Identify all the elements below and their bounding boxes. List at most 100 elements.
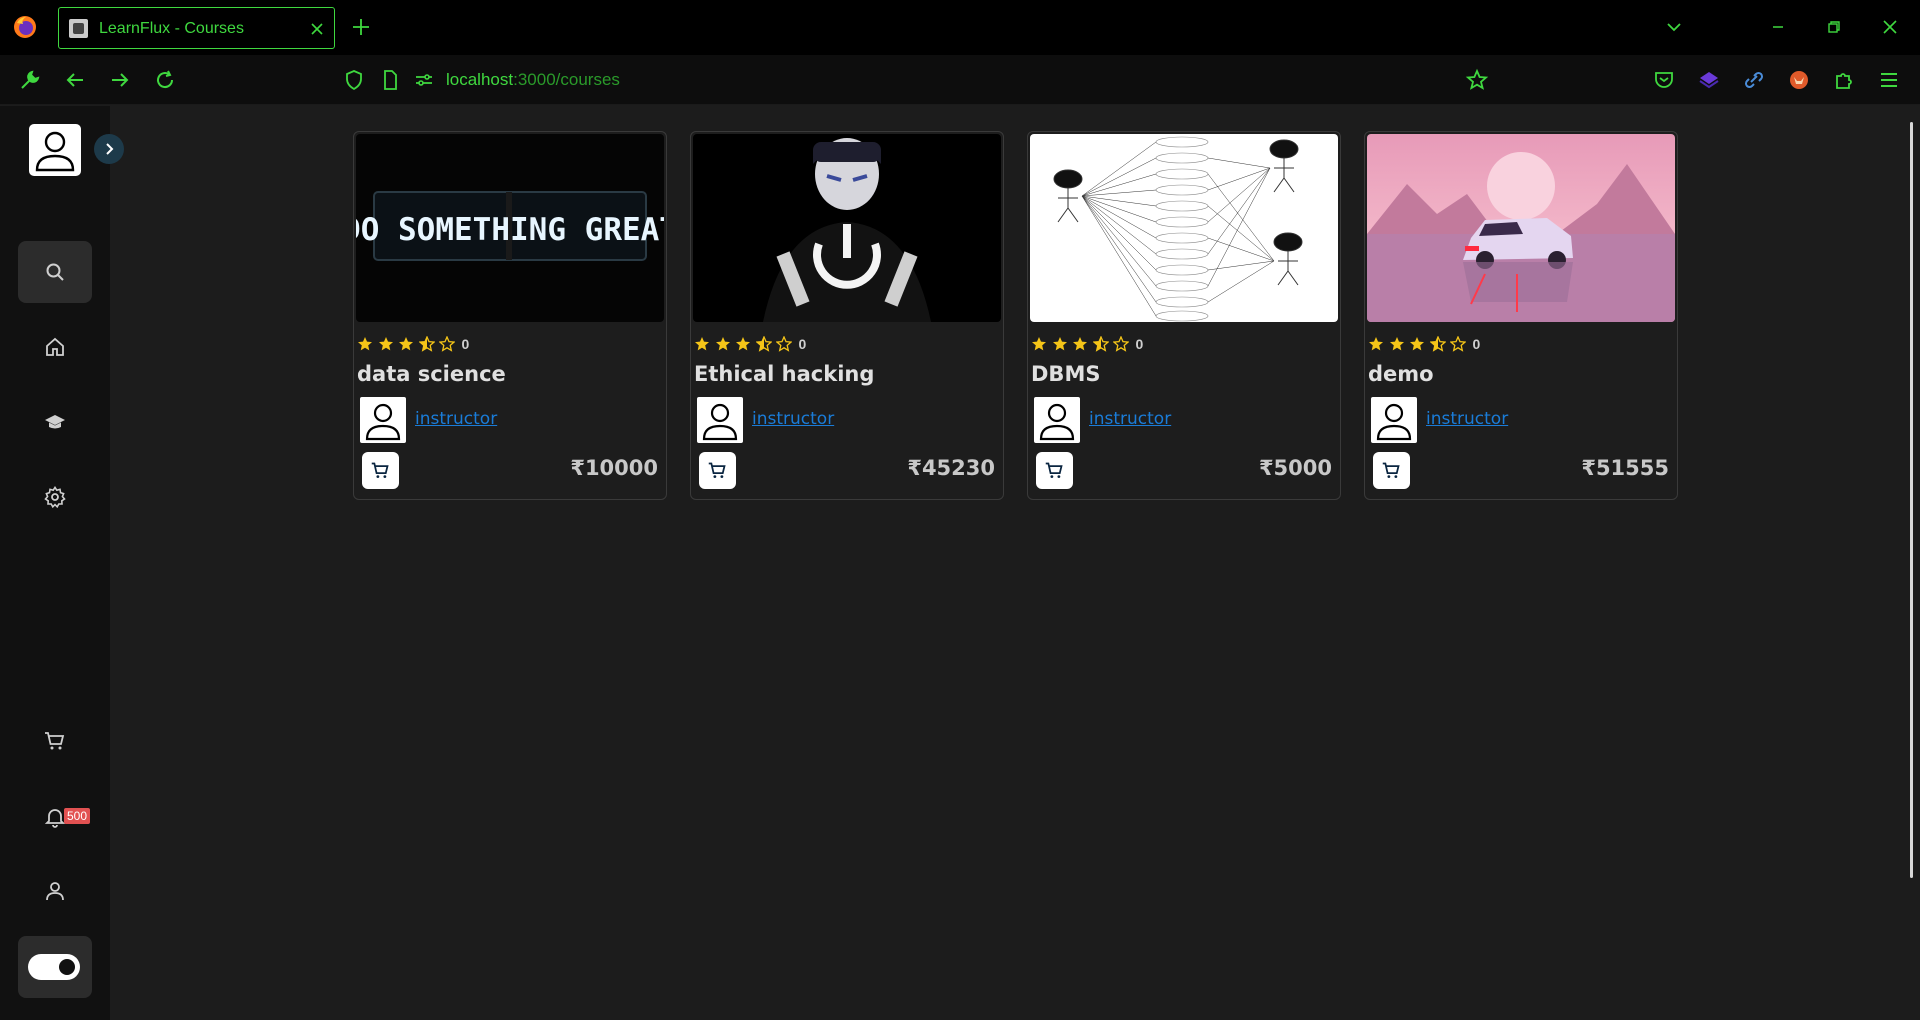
reload-icon[interactable] <box>153 68 177 92</box>
extension-fox-icon[interactable] <box>1787 68 1811 92</box>
cart-icon <box>371 462 389 479</box>
rating-count: 0 <box>1472 336 1481 352</box>
firefox-logo-icon[interactable] <box>12 14 38 40</box>
url-bar[interactable]: localhost:3000/courses <box>446 70 620 90</box>
cart-icon <box>45 732 65 750</box>
page-info-icon[interactable] <box>378 68 402 92</box>
close-window-icon[interactable] <box>1879 16 1901 38</box>
instructor-link[interactable]: instructor <box>1426 409 1508 429</box>
restore-icon[interactable] <box>1823 16 1845 38</box>
user-avatar-icon <box>35 131 75 172</box>
course-thumbnail[interactable] <box>1030 134 1338 322</box>
empty-star-icon <box>776 336 792 352</box>
instructor-avatar <box>1034 397 1080 443</box>
home-icon <box>46 337 64 356</box>
sidebar-expand-button[interactable] <box>94 134 124 164</box>
course-card[interactable]: 0 demo instructor ₹51555 <box>1364 131 1678 500</box>
star-rating: 0 <box>1031 336 1143 352</box>
user-icon <box>46 882 64 901</box>
sidebar-item-profile[interactable] <box>18 860 92 922</box>
half-star-icon <box>755 336 772 352</box>
browser-nav-bar: localhost:3000/courses <box>0 55 1920 105</box>
course-card[interactable]: 0 Ethical hacking instructor ₹45230 <box>690 131 1004 500</box>
back-arrow-icon[interactable] <box>63 68 87 92</box>
sidebar-item-courses[interactable] <box>18 391 92 453</box>
instructor-avatar <box>1371 397 1417 443</box>
rating-count: 0 <box>461 336 470 352</box>
learnflux-favicon-icon <box>69 19 88 38</box>
full-star-icon <box>1052 337 1067 351</box>
course-card[interactable]: 0 DBMS instructor ₹5000 <box>1027 131 1341 500</box>
cart-icon <box>708 462 726 479</box>
tab-list-chevron-down-icon[interactable] <box>1663 16 1685 38</box>
pocket-icon[interactable] <box>1652 68 1676 92</box>
tracking-shield-icon[interactable] <box>342 68 366 92</box>
sidebar-item-settings[interactable] <box>18 466 92 528</box>
user-avatar-icon <box>365 403 401 441</box>
full-star-icon <box>378 337 393 351</box>
user-avatar-icon <box>1039 403 1075 441</box>
app-window: LearnFlux - Courses localhost:3000/cours… <box>0 0 1920 1020</box>
full-star-icon <box>1410 337 1424 351</box>
user-avatar[interactable] <box>29 124 81 176</box>
svg-text:DO SOMETHING GREAT: DO SOMETHING GREAT <box>356 212 664 248</box>
course-title[interactable]: Ethical hacking <box>694 362 874 386</box>
extension-link-icon[interactable] <box>1742 68 1766 92</box>
theme-toggle-switch[interactable] <box>28 954 80 980</box>
rating-count: 0 <box>798 336 807 352</box>
half-star-icon <box>1429 336 1446 352</box>
instructor-link[interactable]: instructor <box>752 409 834 429</box>
add-to-cart-button[interactable] <box>1373 452 1410 489</box>
star-rating: 0 <box>357 336 469 352</box>
add-to-cart-button[interactable] <box>362 452 399 489</box>
rating-count: 0 <box>1135 336 1144 352</box>
user-avatar-icon <box>1376 403 1412 441</box>
half-star-icon <box>1092 336 1109 352</box>
active-tab[interactable]: LearnFlux - Courses <box>58 7 335 49</box>
course-card[interactable]: DO SOMETHING GREAT 0 data science instru… <box>353 131 667 500</box>
close-tab-icon[interactable] <box>308 20 326 38</box>
url-path: :3000/courses <box>513 70 620 89</box>
course-price: ₹10000 <box>570 456 658 480</box>
course-title[interactable]: data science <box>357 362 506 386</box>
instructor-link[interactable]: instructor <box>1089 409 1171 429</box>
empty-star-icon <box>439 336 455 352</box>
search-icon <box>46 263 64 281</box>
sidebar-item-cart[interactable] <box>18 710 92 772</box>
app-menu-hamburger-icon[interactable] <box>1877 68 1901 92</box>
course-thumbnail[interactable]: DO SOMETHING GREAT <box>356 134 664 322</box>
course-title[interactable]: demo <box>1368 362 1434 386</box>
add-to-cart-button[interactable] <box>699 452 736 489</box>
graduation-cap-icon <box>45 415 65 429</box>
notification-count-badge: 500 <box>64 808 91 824</box>
bookmark-star-icon[interactable] <box>1465 68 1489 92</box>
sidebar-item-home[interactable] <box>18 316 92 378</box>
forward-arrow-icon[interactable] <box>108 68 132 92</box>
course-thumbnail[interactable] <box>1367 134 1675 322</box>
half-star-icon <box>418 336 435 352</box>
user-avatar-icon <box>702 403 738 441</box>
full-star-icon <box>736 337 750 351</box>
toggle-knob <box>59 959 75 975</box>
extension-layers-icon[interactable] <box>1697 68 1721 92</box>
instructor-avatar <box>697 397 743 443</box>
minimize-icon[interactable] <box>1767 16 1789 38</box>
instructor-link[interactable]: instructor <box>415 409 497 429</box>
course-title[interactable]: DBMS <box>1031 362 1100 386</box>
neon-sign-image: DO SOMETHING GREAT <box>356 134 664 322</box>
full-star-icon <box>1389 337 1404 351</box>
wrench-icon[interactable] <box>18 68 42 92</box>
permissions-icon[interactable] <box>412 68 436 92</box>
tab-title: LearnFlux - Courses <box>99 20 244 37</box>
full-star-icon <box>1369 337 1383 351</box>
course-price: ₹51555 <box>1581 456 1669 480</box>
course-thumbnail[interactable] <box>693 134 1001 322</box>
sidebar: 500 <box>0 106 124 1020</box>
sidebar-item-search[interactable] <box>18 241 92 303</box>
extensions-puzzle-icon[interactable] <box>1832 68 1856 92</box>
add-to-cart-button[interactable] <box>1036 452 1073 489</box>
star-rating: 0 <box>694 336 806 352</box>
page-scrollbar[interactable] <box>1910 122 1913 878</box>
full-star-icon <box>399 337 413 351</box>
new-tab-plus-icon[interactable] <box>350 16 372 38</box>
